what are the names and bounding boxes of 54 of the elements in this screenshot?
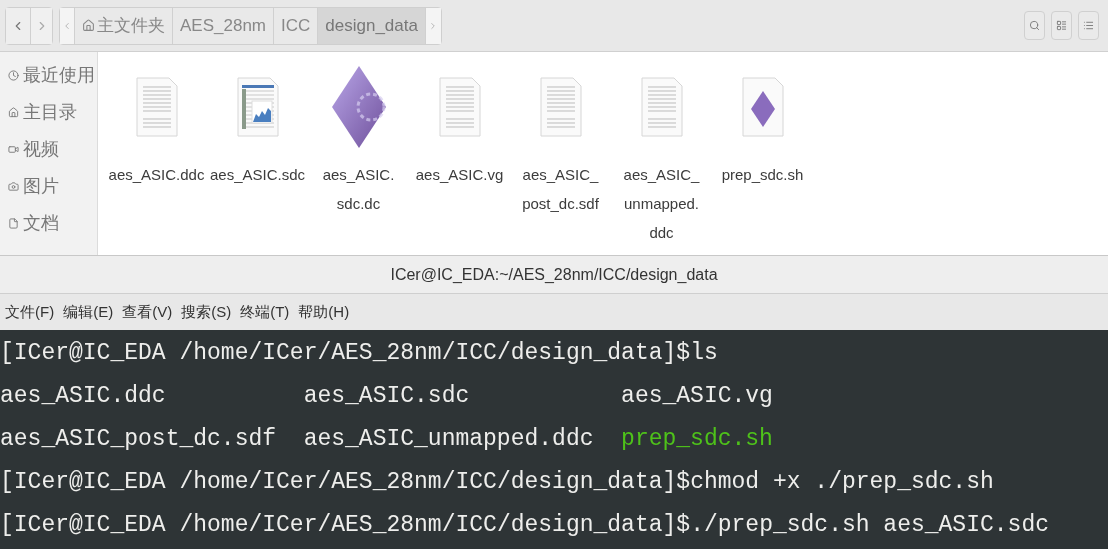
- script-file-icon: [741, 77, 784, 137]
- text-document-icon: [539, 77, 582, 137]
- file-entry: aes_ASIC_unmapped.ddc: [303, 426, 594, 452]
- camera-icon: [8, 181, 19, 192]
- menu-item[interactable]: 终端(T): [240, 300, 290, 324]
- file-name[interactable]: aes_ASIC.ddc: [108, 160, 205, 189]
- scroll-left-button[interactable]: [60, 7, 75, 44]
- file-name[interactable]: aes_ASIC.sdc: [209, 160, 305, 189]
- text-document-icon: [640, 77, 683, 137]
- shell-prompt: [ICer@IC_EDA /home/ICer/AES_28nm/ICC/design_data]$: [0, 339, 691, 368]
- list-view-icon: [1056, 20, 1067, 31]
- home-icon: [8, 107, 19, 118]
- shell-command: chmod +x ./prep_sdc.sh: [690, 468, 994, 497]
- file-entry: aes_ASIC_post_dc.sdf: [0, 426, 277, 452]
- document-icon: [8, 218, 19, 229]
- shell-prompt: [ICer@IC_EDA /home/ICer/AES_28nm/ICC/design_data]$: [0, 511, 691, 540]
- view-toggle-button[interactable]: [1051, 11, 1072, 40]
- file-entry: prep_sdc.sh: [621, 426, 773, 452]
- menu-item[interactable]: 查看(V): [122, 300, 173, 324]
- menu-item[interactable]: 搜索(S): [181, 300, 232, 324]
- chevron-left-icon: [62, 20, 72, 31]
- file-name[interactable]: aes_ASIC. sdc.dc: [322, 160, 395, 218]
- sidebar-item[interactable]: 文档: [8, 208, 97, 239]
- menu-icon: [1083, 20, 1094, 31]
- menu-button[interactable]: [1078, 11, 1099, 40]
- file-entry: aes_ASIC.ddc: [0, 383, 166, 409]
- shell-command: ./prep_sdc.sh aes_ASIC.sdc: [690, 511, 1049, 540]
- menu-item[interactable]: 文件(F): [5, 300, 55, 324]
- file-entry: aes_ASIC.sdc: [303, 383, 470, 409]
- shell-command: ls: [690, 339, 718, 368]
- text-document-icon: [438, 77, 481, 137]
- search-icon: [1029, 20, 1040, 31]
- file-name[interactable]: prep_sdc.sh: [721, 160, 804, 189]
- sidebar-item[interactable]: 主目录: [8, 97, 97, 128]
- video-camera-icon: [8, 144, 19, 155]
- clock-icon: [8, 70, 19, 81]
- home-icon: [82, 19, 95, 32]
- search-button[interactable]: [1024, 11, 1045, 40]
- menu-item[interactable]: 编辑(E): [63, 300, 114, 324]
- sidebar-item[interactable]: 图片: [8, 171, 97, 202]
- text-document-icon: [135, 77, 178, 137]
- back-button[interactable]: [6, 7, 31, 44]
- shell-prompt: [ICer@IC_EDA /home/ICer/AES_28nm/ICC/design_data]$: [0, 468, 691, 497]
- menu-item[interactable]: 帮助(H): [298, 300, 350, 324]
- sidebar-item[interactable]: 最近使用: [8, 60, 97, 91]
- file-name[interactable]: aes_ASIC_ unmapped. ddc: [623, 160, 700, 247]
- sidebar-item[interactable]: 视频: [8, 134, 97, 165]
- file-name[interactable]: aes_ASIC_ post_dc.sdf: [522, 160, 599, 218]
- window-title: ICer@IC_EDA:~/AES_28nm/ICC/design_data: [390, 264, 718, 285]
- spreadsheet-icon: [236, 77, 279, 137]
- file-entry: aes_ASIC.vg: [621, 383, 773, 409]
- forward-button[interactable]: [31, 7, 52, 44]
- diamond-gear-icon: [330, 65, 387, 149]
- file-name[interactable]: aes_ASIC.vg: [415, 160, 504, 189]
